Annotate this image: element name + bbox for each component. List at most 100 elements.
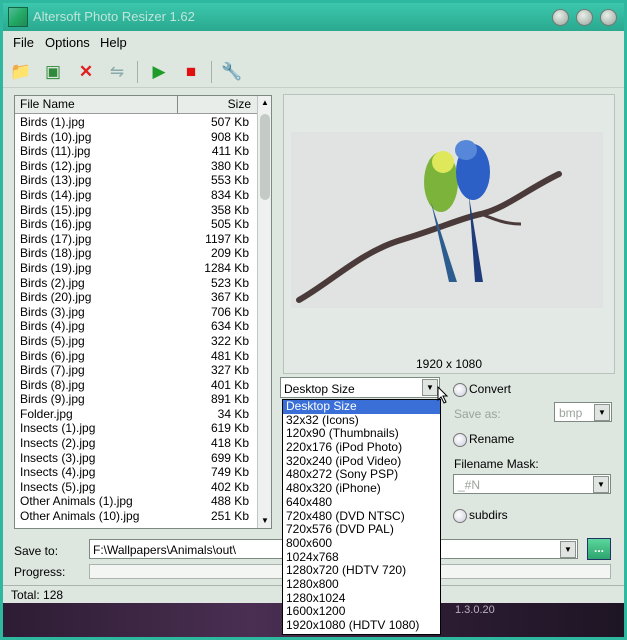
file-row[interactable]: Birds (5).jpg 322 Kb: [15, 334, 257, 349]
image-icon: ▣: [44, 62, 62, 81]
budgie-photo-icon: [291, 132, 603, 308]
file-size: 619 Kb: [210, 421, 249, 436]
file-row[interactable]: Birds (14).jpg 834 Kb: [15, 188, 257, 203]
close-button[interactable]: [600, 9, 617, 26]
size-preset-option[interactable]: 1920x1080 (HDTV 1080): [283, 618, 440, 633]
file-name: Insects (5).jpg: [20, 479, 96, 494]
file-list[interactable]: File Name Size Birds (1).jpg 507 Kb Birds …: [14, 95, 272, 529]
file-size: 358 Kb: [210, 202, 249, 217]
maximize-button[interactable]: [576, 9, 593, 26]
file-row[interactable]: Birds (16).jpg 505 Kb: [15, 217, 257, 232]
size-preset-option[interactable]: 720x480 (DVD NTSC): [283, 509, 440, 524]
add-images-button[interactable]: ▣: [42, 61, 64, 83]
add-files-button[interactable]: 📁: [10, 61, 32, 83]
file-name: Birds (15).jpg: [20, 202, 92, 217]
size-preset-option[interactable]: 720x576 (DVD PAL): [283, 522, 440, 537]
file-row[interactable]: Birds (3).jpg 706 Kb: [15, 305, 257, 320]
file-size: 402 Kb: [210, 479, 249, 494]
file-size: 34 Kb: [217, 406, 249, 421]
size-preset-option[interactable]: 1280x1024: [283, 591, 440, 606]
browse-button[interactable]: ...: [587, 538, 611, 560]
file-row[interactable]: Birds (6).jpg 481 Kb: [15, 349, 257, 364]
remove-button[interactable]: ✕: [75, 61, 97, 83]
size-preset-option[interactable]: 640x480: [283, 495, 440, 510]
size-preset-option[interactable]: 320x240 (iPod Video): [283, 454, 440, 469]
save-as-select[interactable]: bmp ▼: [554, 402, 612, 422]
file-row[interactable]: Birds (10).jpg 908 Kb: [15, 130, 257, 145]
file-row[interactable]: Insects (3).jpg 699 Kb: [15, 451, 257, 466]
file-row[interactable]: Birds (4).jpg 634 Kb: [15, 319, 257, 334]
file-row[interactable]: Other Animals (1).jpg 488 Kb: [15, 494, 257, 509]
size-preset-option[interactable]: 480x272 (Sony PSP): [283, 468, 440, 482]
file-row[interactable]: Other Animals (10).jpg 251 Kb: [15, 509, 257, 524]
file-row[interactable]: Birds (9).jpg 891 Kb: [15, 392, 257, 407]
menu-options[interactable]: Options: [45, 35, 90, 50]
file-size: 411 Kb: [211, 144, 249, 159]
rename-radio[interactable]: [453, 433, 467, 447]
file-size: 1284 Kb: [204, 260, 249, 275]
file-name: Birds (2).jpg: [20, 275, 85, 290]
scroll-up-button[interactable]: ▲: [258, 96, 271, 110]
column-header-size[interactable]: Size: [179, 96, 257, 113]
settings-button[interactable]: 🔧: [221, 61, 243, 83]
file-row[interactable]: Birds (8).jpg 401 Kb: [15, 378, 257, 393]
file-row[interactable]: Birds (12).jpg 380 Kb: [15, 159, 257, 174]
size-preset-option[interactable]: 32x32 (Icons): [283, 413, 440, 428]
clear-button[interactable]: ⇋: [106, 61, 128, 83]
file-row[interactable]: Birds (2).jpg 523 Kb: [15, 276, 257, 291]
file-row[interactable]: Folder.jpg 34 Kb: [15, 407, 257, 422]
size-preset-option[interactable]: 1600x1200: [283, 605, 440, 619]
file-list-scrollbar[interactable]: ▲ ▼: [257, 96, 271, 528]
file-size: 908 Kb: [210, 129, 249, 144]
file-row[interactable]: Insects (5).jpg 402 Kb: [15, 480, 257, 495]
size-preset-option[interactable]: 1024x768: [283, 550, 440, 565]
play-icon: ▶: [152, 62, 166, 81]
file-row[interactable]: Birds (1).jpg 507 Kb: [15, 115, 257, 130]
size-preset-option[interactable]: 120x90 (Thumbnails): [283, 427, 440, 441]
size-preset-option[interactable]: 220x176 (iPod Photo): [283, 440, 440, 455]
scroll-thumb[interactable]: [260, 114, 270, 200]
size-preset-option[interactable]: 1280x800: [283, 577, 440, 592]
file-row[interactable]: Birds (15).jpg 358 Kb: [15, 203, 257, 218]
toolbar-separator: [137, 61, 138, 83]
file-name: Birds (8).jpg: [20, 377, 85, 392]
stop-button[interactable]: ■: [180, 61, 202, 83]
toolbar: 📁 ▣ ✕ ⇋ ▶ ■ 🔧: [3, 55, 624, 88]
start-button[interactable]: ▶: [148, 61, 170, 83]
minimize-button[interactable]: [552, 9, 569, 26]
window-title: Altersoft Photo Resizer 1.62: [33, 9, 195, 24]
file-row[interactable]: Birds (13).jpg 553 Kb: [15, 173, 257, 188]
file-row[interactable]: Birds (7).jpg 327 Kb: [15, 363, 257, 378]
menu-file[interactable]: File: [13, 35, 34, 50]
file-row[interactable]: Birds (11).jpg 411 Kb: [15, 144, 257, 159]
subdirs-checkbox[interactable]: [453, 509, 467, 523]
size-preset-option[interactable]: Desktop Size: [283, 399, 440, 414]
size-preset-dropdown-list[interactable]: Desktop Size 32x32 (Icons) 120x90 (Thumbna…: [282, 399, 441, 635]
size-preset-dropdown-button[interactable]: ▼: [422, 379, 438, 396]
menu-help[interactable]: Help: [100, 35, 127, 50]
file-row[interactable]: Insects (4).jpg 749 Kb: [15, 465, 257, 480]
title-bar[interactable]: Altersoft Photo Resizer 1.62: [3, 3, 624, 31]
save-to-dropdown-button[interactable]: ▼: [560, 541, 576, 558]
file-row[interactable]: Birds (17).jpg 1197 Kb: [15, 232, 257, 247]
file-row[interactable]: Insects (2).jpg 418 Kb: [15, 436, 257, 451]
size-preset-option[interactable]: 1280x720 (HDTV 720): [283, 564, 440, 578]
file-row[interactable]: Birds (20).jpg 367 Kb: [15, 290, 257, 305]
file-size: 891 Kb: [210, 392, 249, 407]
filename-mask-value: _#N: [458, 478, 481, 492]
save-as-dropdown-button[interactable]: ▼: [594, 404, 610, 421]
size-preset-option[interactable]: 800x600: [283, 536, 440, 551]
file-name: Birds (19).jpg: [20, 260, 92, 275]
file-row[interactable]: Insects (1).jpg 619 Kb: [15, 421, 257, 436]
mask-dropdown-button[interactable]: ▼: [593, 476, 609, 493]
size-preset-value: Desktop Size: [284, 382, 355, 396]
convert-radio[interactable]: [453, 383, 467, 397]
scroll-down-button[interactable]: ▼: [258, 514, 271, 528]
clear-icon: ⇋: [109, 62, 125, 81]
size-preset-select[interactable]: Desktop Size ▼: [280, 377, 440, 398]
filename-mask-input[interactable]: _#N ▼: [453, 474, 611, 494]
column-header-name[interactable]: File Name: [15, 96, 178, 113]
file-row[interactable]: Birds (19).jpg 1284 Kb: [15, 261, 257, 276]
size-preset-option[interactable]: 480x320 (iPhone): [283, 481, 440, 496]
file-row[interactable]: Birds (18).jpg 209 Kb: [15, 246, 257, 261]
